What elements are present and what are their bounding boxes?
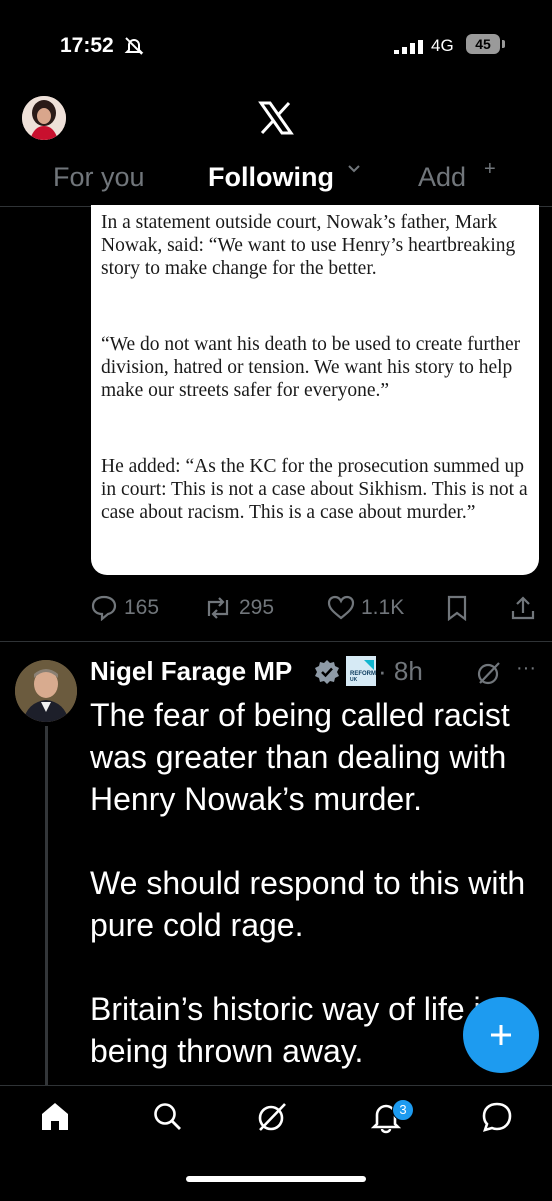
affiliation-badge[interactable]: REFORM UK	[346, 656, 376, 686]
bookmark-button[interactable]	[445, 594, 469, 622]
tab-add[interactable]: Add	[418, 160, 466, 194]
status-time: 17:52	[60, 34, 114, 57]
more-icon[interactable]: ···	[516, 657, 536, 680]
post-paragraph: The fear of being called racist was grea…	[90, 697, 510, 817]
grok-icon[interactable]	[476, 660, 502, 686]
home-indicator	[186, 1176, 366, 1182]
bookmark-icon	[447, 595, 467, 621]
article-paragraph: In a statement outside court, Nowak’s fa…	[101, 212, 516, 279]
verified-icon	[315, 660, 339, 684]
reply-icon	[91, 595, 117, 621]
post-divider	[0, 641, 552, 642]
plus-icon[interactable]: +	[484, 158, 496, 181]
compose-button[interactable]	[463, 997, 539, 1073]
home-icon[interactable]	[38, 1100, 72, 1134]
tab-for-you[interactable]: For you	[53, 160, 145, 194]
battery-tip	[502, 40, 505, 48]
search-icon[interactable]	[151, 1100, 185, 1134]
thread-line	[45, 726, 48, 1086]
avatar-image	[22, 96, 66, 140]
article-paragraph: He added: “As the KC for the prosecution…	[101, 456, 528, 523]
share-icon	[511, 596, 535, 620]
post-paragraph: We should respond to this with pure cold…	[90, 865, 526, 943]
like-button[interactable]: 1.1K	[327, 594, 404, 622]
tab-following[interactable]: Following	[208, 160, 334, 194]
reply-count: 165	[124, 596, 160, 619]
author-avatar[interactable]	[15, 660, 77, 722]
battery-indicator: 45	[466, 34, 500, 54]
repost-count: 295	[239, 596, 275, 619]
article-paragraph: “We do not want his death to be used to …	[101, 334, 521, 401]
like-icon	[327, 595, 355, 620]
compose-icon	[491, 1025, 511, 1045]
profile-avatar[interactable]	[22, 96, 66, 140]
bell-slash-icon	[124, 37, 144, 55]
signal-icon	[394, 40, 423, 54]
author-avatar-image	[15, 660, 77, 722]
chevron-down-icon[interactable]	[347, 164, 361, 174]
like-count: 1.1K	[361, 596, 405, 619]
grok-icon[interactable]	[255, 1100, 289, 1134]
network-type: 4G	[431, 36, 454, 55]
messages-icon[interactable]	[480, 1100, 514, 1134]
svg-text:UK: UK	[350, 677, 358, 683]
repost-button[interactable]: 295	[203, 594, 274, 622]
quoted-article-image[interactable]: In a statement outside court, Nowak’s fa…	[91, 205, 539, 575]
author-name[interactable]: Nigel Farage MP	[90, 655, 292, 687]
notifications-badge: 3	[392, 1099, 414, 1121]
post-timestamp[interactable]: · 8h	[378, 655, 423, 687]
x-logo-icon[interactable]	[258, 101, 294, 135]
share-button[interactable]	[510, 594, 536, 622]
reply-button[interactable]: 165	[90, 594, 159, 622]
repost-icon	[207, 597, 229, 619]
reform-uk-logo: REFORM UK	[346, 656, 376, 686]
